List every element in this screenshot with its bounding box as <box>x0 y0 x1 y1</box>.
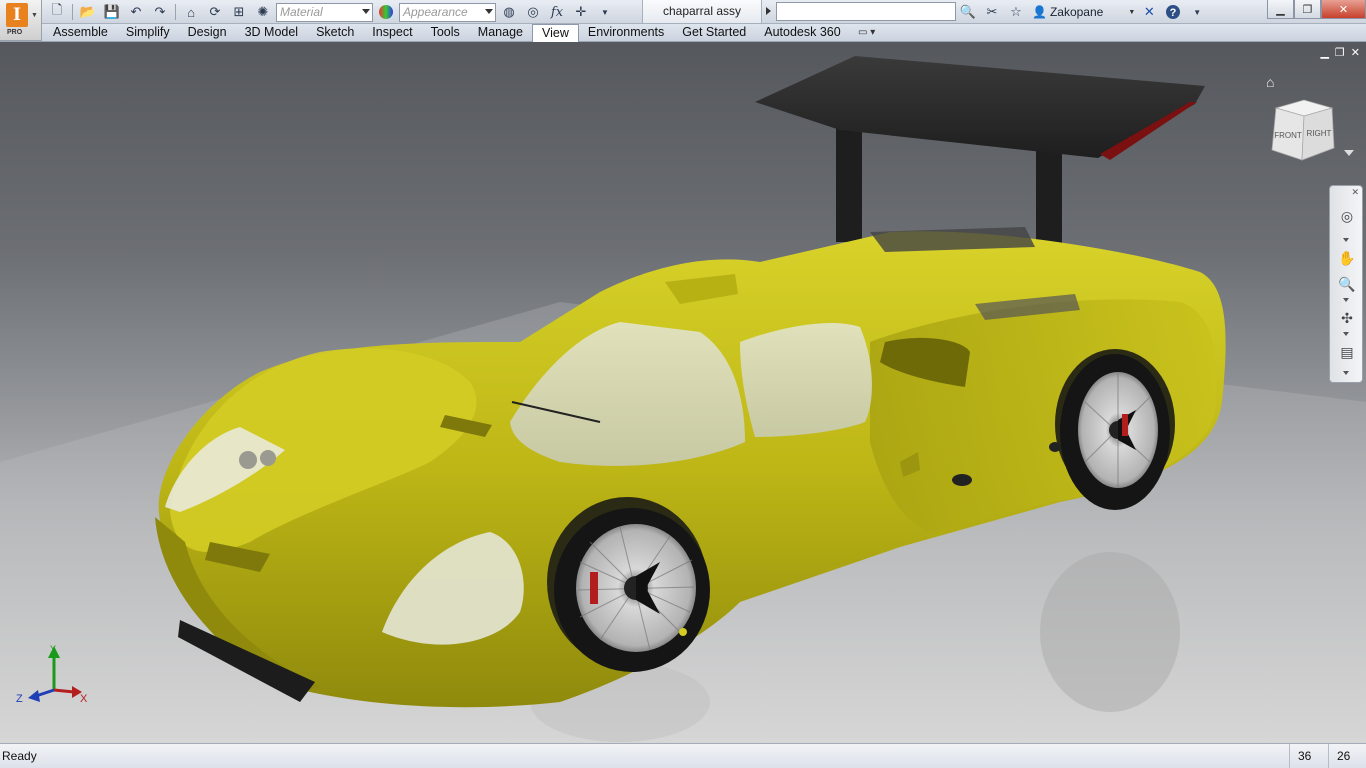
tab-inspect[interactable]: Inspect <box>363 24 421 42</box>
adjust-appearance-icon[interactable]: ◍ <box>498 2 520 22</box>
rear-wheel <box>1060 354 1170 510</box>
application-menu-button[interactable]: I PRO ▼ <box>0 0 42 41</box>
inventor-logo-icon: I <box>6 3 28 27</box>
viewcube[interactable]: FRONT RIGHT <box>1268 98 1336 164</box>
favorites-star-icon[interactable]: ☆ <box>1006 2 1026 22</box>
pan-hand-icon[interactable]: ✋ <box>1336 248 1358 268</box>
chevron-down-icon <box>362 8 370 14</box>
chevron-right-icon[interactable] <box>766 7 771 15</box>
home-view-icon[interactable]: ⌂ <box>1266 74 1274 90</box>
chevron-down-icon[interactable]: ▼ <box>1187 2 1207 22</box>
update-icon[interactable]: ⟳ <box>204 2 226 22</box>
select-icon[interactable]: ⊞ <box>228 2 250 22</box>
steering-wheel-icon[interactable]: ◎ <box>1336 206 1358 226</box>
tab-sketch[interactable]: Sketch <box>307 24 363 42</box>
chevron-down-icon <box>485 8 493 14</box>
coordinate-triad: Y X Z <box>16 644 88 705</box>
close-button[interactable]: ✕ <box>1321 0 1366 19</box>
edition-label: PRO <box>7 29 23 36</box>
appearance-combo[interactable]: Appearance <box>399 2 496 22</box>
help-search-input[interactable] <box>776 2 956 21</box>
svg-text:?: ? <box>1170 7 1177 19</box>
viewport-window-controls: ▁ ❐ ✕ <box>1320 46 1360 59</box>
minimize-button[interactable]: ▁ <box>1267 0 1294 19</box>
tab-get-started[interactable]: Get Started <box>673 24 755 42</box>
ribbon-tabs: Assemble Simplify Design 3D Model Sketch… <box>44 24 850 42</box>
chevron-down-icon: ▼ <box>1128 8 1136 16</box>
close-icon[interactable]: ✕ <box>1351 187 1359 198</box>
user-account[interactable]: 👤 Zakopane ▼ <box>1032 5 1135 19</box>
viewcube-right-label: RIGHT <box>1307 129 1332 138</box>
binoculars-icon[interactable]: 🔍 <box>958 2 978 22</box>
user-icon: 👤 <box>1032 5 1047 19</box>
color-wheel-icon[interactable]: ✺ <box>252 2 274 22</box>
quick-access-toolbar: 🗋 📂 💾 ↶ ↷ ⌂ ⟳ ⊞ ✺ Material Appearance ◍ … <box>46 2 616 22</box>
status-bar: Ready 36 26 <box>0 743 1366 768</box>
clear-appearance-icon[interactable]: ◎ <box>522 2 544 22</box>
open-folder-icon[interactable]: 📂 <box>77 2 99 22</box>
graphics-viewport[interactable]: ▁ ❐ ✕ ⌂ FRONT RIGHT ✕ ◎ ✋ 🔍 ✣ ▤ Y X Z <box>0 42 1366 743</box>
separator <box>72 4 73 20</box>
chevron-down-icon[interactable] <box>1343 332 1349 336</box>
undo-icon[interactable]: ↶ <box>125 2 147 22</box>
material-combo[interactable]: Material <box>276 2 373 22</box>
separator <box>175 4 176 20</box>
home-icon[interactable]: ⌂ <box>180 2 202 22</box>
infocenter-toolbar: 🔍 ✂ ☆ 👤 Zakopane ▼ ✕ ? ▼ <box>958 2 1207 22</box>
ribbon-tab-bar: Assemble Simplify Design 3D Model Sketch… <box>0 24 1366 42</box>
subscription-icon[interactable]: ✂ <box>982 2 1002 22</box>
help-icon[interactable]: ? <box>1163 2 1183 22</box>
move-icon[interactable]: ✛ <box>570 2 592 22</box>
chevron-down-icon[interactable] <box>1343 298 1349 302</box>
customize-dropdown-icon[interactable]: ▼ <box>594 2 616 22</box>
triad-x-label: X <box>80 693 88 705</box>
material-placeholder: Material <box>280 5 323 19</box>
look-at-icon[interactable]: ▤ <box>1336 342 1358 362</box>
title-bar: I PRO ▼ 🗋 📂 💾 ↶ ↷ ⌂ ⟳ ⊞ ✺ Material Appea… <box>0 0 1366 41</box>
viewcube-front-label: FRONT <box>1274 131 1302 140</box>
maximize-button[interactable]: ❐ <box>1294 0 1321 19</box>
orbit-icon[interactable]: ✣ <box>1336 308 1358 328</box>
viewport-restore-button[interactable]: ❐ <box>1335 46 1345 59</box>
appearance-icon[interactable] <box>375 2 397 22</box>
exchange-apps-icon[interactable]: ✕ <box>1139 2 1159 22</box>
tab-autodesk-360[interactable]: Autodesk 360 <box>755 24 849 42</box>
tab-manage[interactable]: Manage <box>469 24 532 42</box>
triad-y-label: Y <box>50 644 56 654</box>
save-icon[interactable]: 💾 <box>101 2 123 22</box>
triad-z-label: Z <box>16 693 23 705</box>
tab-assemble[interactable]: Assemble <box>44 24 117 42</box>
ribbon-display-toggle-icon[interactable]: ▭ ▾ <box>858 27 875 38</box>
status-occurrence-count: 36 <box>1289 744 1328 768</box>
tab-tools[interactable]: Tools <box>422 24 469 42</box>
tab-3d-model[interactable]: 3D Model <box>236 24 308 42</box>
chevron-down-icon: ▼ <box>31 12 38 19</box>
viewport-minimize-button[interactable]: ▁ <box>1320 46 1328 59</box>
zoom-icon[interactable]: 🔍 <box>1336 274 1358 294</box>
chevron-down-icon[interactable] <box>1343 238 1349 242</box>
tab-simplify[interactable]: Simplify <box>117 24 179 42</box>
viewport-close-button[interactable]: ✕ <box>1351 46 1360 59</box>
tab-environments[interactable]: Environments <box>579 24 673 42</box>
redo-icon[interactable]: ↷ <box>149 2 171 22</box>
window-controls: ▁ ❐ ✕ <box>1267 0 1366 19</box>
front-wheel <box>554 508 710 672</box>
new-file-icon[interactable]: 🗋 <box>46 2 68 22</box>
appearance-placeholder: Appearance <box>403 5 468 19</box>
car-model-render <box>0 56 1366 743</box>
document-title: chaparral assy <box>642 0 762 23</box>
user-name: Zakopane <box>1049 5 1104 19</box>
status-text: Ready <box>2 749 37 763</box>
tab-view[interactable]: View <box>531 24 579 42</box>
status-document-count: 26 <box>1328 744 1366 768</box>
parameters-fx-button[interactable]: fx <box>546 2 568 22</box>
tab-design[interactable]: Design <box>179 24 236 42</box>
navigation-bar: ✕ ◎ ✋ 🔍 ✣ ▤ <box>1329 185 1363 383</box>
chevron-down-icon[interactable] <box>1343 371 1349 375</box>
viewcube-menu-icon[interactable] <box>1344 150 1354 156</box>
